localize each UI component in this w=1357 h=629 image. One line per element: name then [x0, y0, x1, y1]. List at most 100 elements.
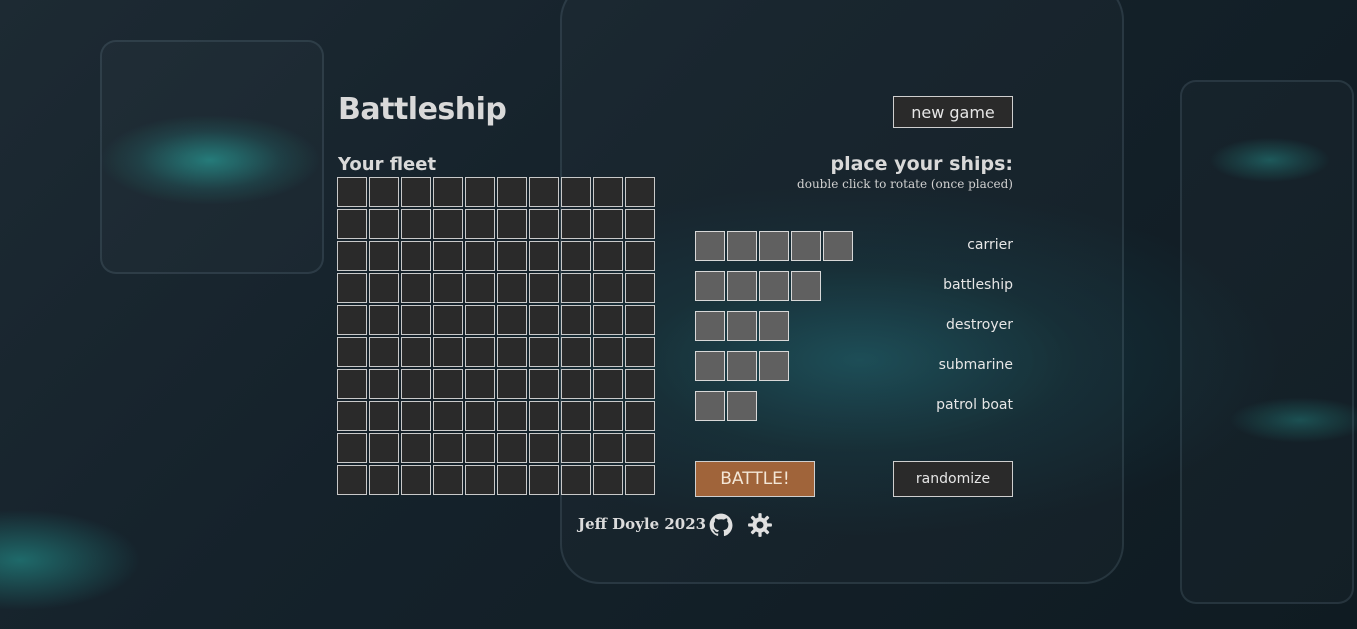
fleet-grid-cell[interactable]	[529, 369, 559, 399]
fleet-grid-cell[interactable]	[497, 433, 527, 463]
fleet-grid-cell[interactable]	[369, 241, 399, 271]
fleet-grid-cell[interactable]	[497, 209, 527, 239]
ship-segment[interactable]	[695, 391, 725, 421]
fleet-grid-cell[interactable]	[497, 177, 527, 207]
fleet-grid-cell[interactable]	[625, 401, 655, 431]
fleet-grid-cell[interactable]	[625, 273, 655, 303]
fleet-grid-cell[interactable]	[593, 273, 623, 303]
randomize-button[interactable]: randomize	[893, 461, 1013, 497]
fleet-grid-cell[interactable]	[433, 273, 463, 303]
fleet-grid-cell[interactable]	[337, 337, 367, 367]
fleet-grid-cell[interactable]	[625, 337, 655, 367]
fleet-grid-cell[interactable]	[465, 337, 495, 367]
fleet-grid-cell[interactable]	[433, 465, 463, 495]
ship-battleship[interactable]	[695, 271, 821, 301]
fleet-grid-cell[interactable]	[337, 401, 367, 431]
fleet-grid-cell[interactable]	[465, 241, 495, 271]
fleet-grid-cell[interactable]	[625, 433, 655, 463]
fleet-grid-cell[interactable]	[561, 337, 591, 367]
fleet-grid-cell[interactable]	[561, 209, 591, 239]
fleet-grid-cell[interactable]	[337, 273, 367, 303]
fleet-grid-cell[interactable]	[465, 209, 495, 239]
fleet-grid-cell[interactable]	[401, 305, 431, 335]
fleet-grid-cell[interactable]	[369, 369, 399, 399]
fleet-grid-cell[interactable]	[337, 241, 367, 271]
fleet-grid-cell[interactable]	[465, 465, 495, 495]
fleet-grid-cell[interactable]	[369, 465, 399, 495]
fleet-grid-cell[interactable]	[497, 465, 527, 495]
fleet-grid-cell[interactable]	[561, 465, 591, 495]
ship-segment[interactable]	[791, 231, 821, 261]
fleet-grid-cell[interactable]	[529, 433, 559, 463]
fleet-grid-cell[interactable]	[529, 401, 559, 431]
fleet-grid-cell[interactable]	[497, 401, 527, 431]
ship-segment[interactable]	[759, 351, 789, 381]
fleet-grid-cell[interactable]	[561, 401, 591, 431]
fleet-grid-cell[interactable]	[561, 241, 591, 271]
fleet-grid-cell[interactable]	[497, 273, 527, 303]
fleet-grid-cell[interactable]	[401, 465, 431, 495]
fleet-grid-cell[interactable]	[465, 305, 495, 335]
settings-gear-icon[interactable]	[747, 512, 773, 538]
ship-segment[interactable]	[695, 351, 725, 381]
new-game-button[interactable]: new game	[893, 96, 1013, 128]
ship-carrier[interactable]	[695, 231, 853, 261]
fleet-grid-cell[interactable]	[625, 241, 655, 271]
fleet-grid-cell[interactable]	[593, 337, 623, 367]
fleet-grid-cell[interactable]	[401, 337, 431, 367]
fleet-grid-cell[interactable]	[593, 401, 623, 431]
ship-segment[interactable]	[695, 231, 725, 261]
ship-segment[interactable]	[727, 231, 757, 261]
fleet-grid-cell[interactable]	[433, 369, 463, 399]
fleet-grid-cell[interactable]	[433, 177, 463, 207]
fleet-grid-cell[interactable]	[369, 305, 399, 335]
fleet-grid-cell[interactable]	[561, 369, 591, 399]
fleet-grid-cell[interactable]	[433, 401, 463, 431]
fleet-grid-cell[interactable]	[337, 465, 367, 495]
ship-patrol-boat[interactable]	[695, 391, 757, 421]
fleet-grid-cell[interactable]	[593, 177, 623, 207]
fleet-grid-cell[interactable]	[529, 241, 559, 271]
ship-submarine[interactable]	[695, 351, 789, 381]
fleet-grid-cell[interactable]	[433, 209, 463, 239]
fleet-grid-cell[interactable]	[529, 465, 559, 495]
ship-destroyer[interactable]	[695, 311, 789, 341]
ship-segment[interactable]	[823, 231, 853, 261]
fleet-grid-cell[interactable]	[625, 209, 655, 239]
fleet-grid-cell[interactable]	[529, 273, 559, 303]
fleet-grid-cell[interactable]	[561, 177, 591, 207]
fleet-grid-cell[interactable]	[369, 433, 399, 463]
fleet-grid-cell[interactable]	[401, 401, 431, 431]
fleet-grid-cell[interactable]	[593, 433, 623, 463]
ship-segment[interactable]	[759, 271, 789, 301]
fleet-grid-cell[interactable]	[401, 177, 431, 207]
fleet-grid-cell[interactable]	[369, 177, 399, 207]
fleet-grid-cell[interactable]	[593, 305, 623, 335]
fleet-grid-cell[interactable]	[465, 273, 495, 303]
fleet-grid-cell[interactable]	[433, 337, 463, 367]
fleet-grid-cell[interactable]	[337, 369, 367, 399]
ship-segment[interactable]	[695, 271, 725, 301]
fleet-grid-cell[interactable]	[401, 369, 431, 399]
fleet-grid-cell[interactable]	[561, 273, 591, 303]
fleet-grid-cell[interactable]	[465, 433, 495, 463]
ship-segment[interactable]	[695, 311, 725, 341]
fleet-grid-cell[interactable]	[625, 177, 655, 207]
fleet-grid-cell[interactable]	[433, 241, 463, 271]
fleet-grid-cell[interactable]	[497, 369, 527, 399]
fleet-grid-cell[interactable]	[529, 337, 559, 367]
fleet-grid-cell[interactable]	[337, 209, 367, 239]
fleet-grid-cell[interactable]	[529, 305, 559, 335]
fleet-grid-cell[interactable]	[337, 305, 367, 335]
fleet-grid-cell[interactable]	[593, 369, 623, 399]
fleet-grid-cell[interactable]	[529, 177, 559, 207]
fleet-grid-cell[interactable]	[369, 401, 399, 431]
fleet-grid-cell[interactable]	[465, 401, 495, 431]
fleet-grid-cell[interactable]	[625, 465, 655, 495]
ship-segment[interactable]	[791, 271, 821, 301]
ship-segment[interactable]	[727, 271, 757, 301]
fleet-grid-cell[interactable]	[625, 305, 655, 335]
fleet-grid-cell[interactable]	[369, 273, 399, 303]
fleet-grid-cell[interactable]	[529, 209, 559, 239]
fleet-grid-cell[interactable]	[369, 337, 399, 367]
